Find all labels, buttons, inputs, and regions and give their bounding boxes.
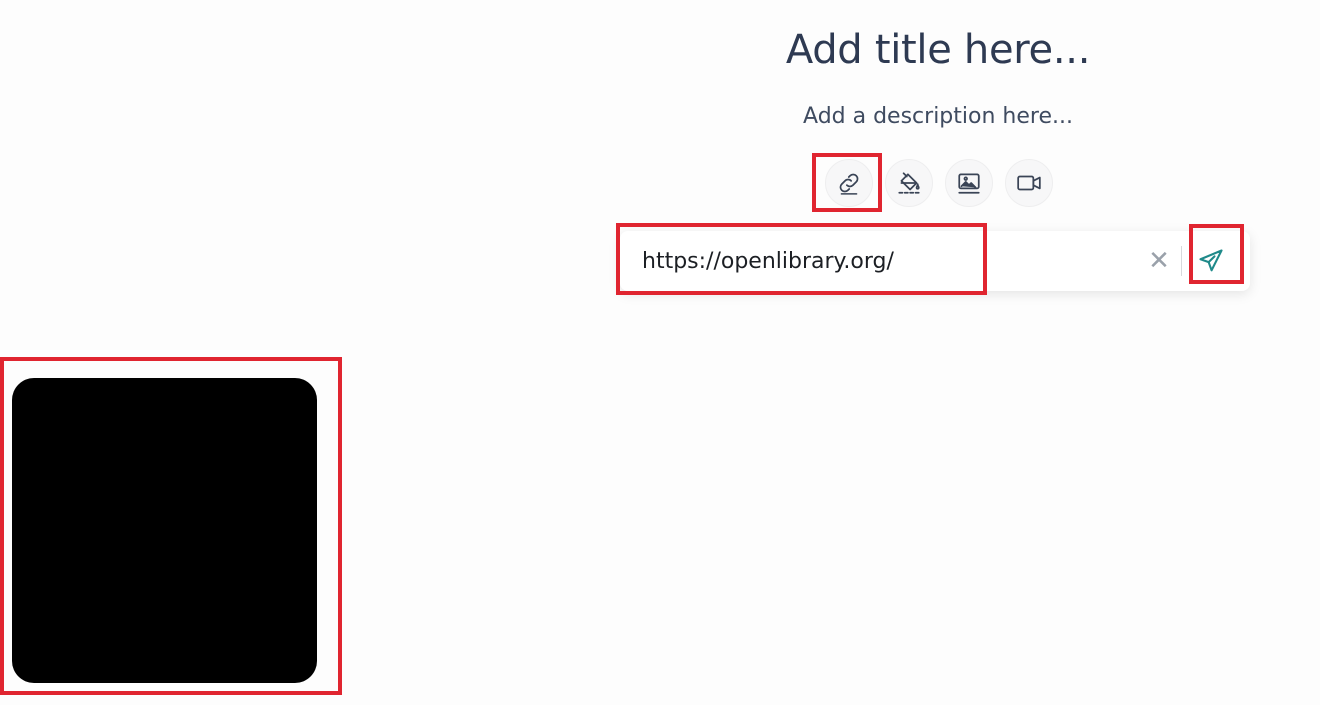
link-button[interactable] <box>825 159 873 207</box>
fill-color-button[interactable] <box>885 159 933 207</box>
submit-link-button[interactable] <box>1194 244 1228 278</box>
black-media-card[interactable] <box>12 378 317 683</box>
paint-bucket-icon <box>898 172 920 194</box>
link-input-panel: ✕ <box>620 231 1250 291</box>
video-button[interactable] <box>1005 159 1053 207</box>
paper-plane-icon <box>1199 249 1223 272</box>
video-camera-icon <box>1017 175 1041 191</box>
page-title[interactable]: Add title here... <box>738 24 1138 76</box>
clear-input-button[interactable]: ✕ <box>1145 246 1173 276</box>
image-button[interactable] <box>945 159 993 207</box>
image-icon <box>958 173 980 194</box>
link-icon <box>839 173 859 195</box>
divider <box>1181 246 1182 276</box>
page-description[interactable]: Add a description here... <box>738 102 1138 132</box>
url-input[interactable] <box>642 243 1122 279</box>
